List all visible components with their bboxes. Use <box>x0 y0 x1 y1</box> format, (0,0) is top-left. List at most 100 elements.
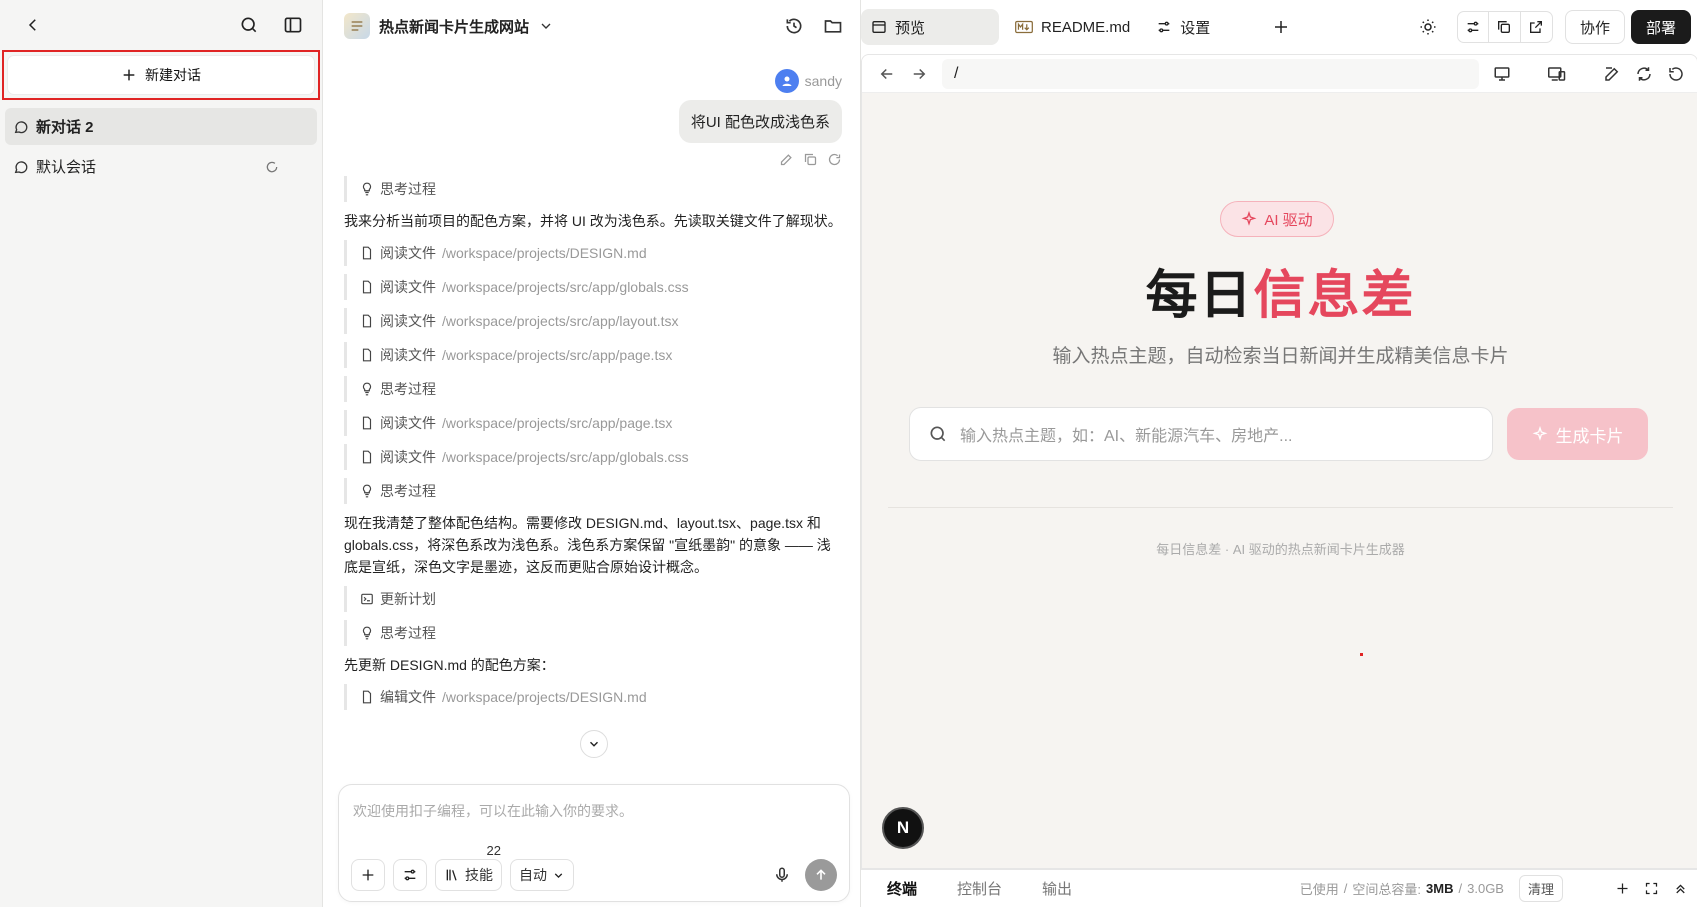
project-icon <box>344 13 370 39</box>
bottom-actions <box>1615 881 1688 896</box>
collaborate-button[interactable]: 协作 <box>1564 10 1625 44</box>
read-file-step[interactable]: 阅读文件/workspace/projects/DESIGN.md <box>344 240 842 266</box>
search-icon <box>930 426 946 442</box>
desktop-view-icon[interactable] <box>1493 65 1511 83</box>
thinking-step[interactable]: 思考过程 <box>344 478 842 504</box>
thinking-step[interactable]: 思考过程 <box>344 376 842 402</box>
read-file-step[interactable]: 阅读文件/workspace/projects/src/app/page.tsx <box>344 342 842 368</box>
microphone-icon[interactable] <box>773 866 791 884</box>
conversation-item-default[interactable]: 默认会话 <box>5 148 317 185</box>
file-path: /workspace/projects/src/app/layout.tsx <box>442 313 679 329</box>
scroll-to-bottom-button[interactable] <box>580 730 608 758</box>
topic-search-input[interactable]: 输入热点主题，如：AI、新能源汽车、房地产... <box>909 407 1493 461</box>
step-label: 阅读文件 <box>380 245 436 261</box>
edit-file-step[interactable]: 编辑文件/workspace/projects/DESIGN.md <box>344 684 842 710</box>
sliders-icon <box>1467 21 1479 33</box>
skills-button[interactable]: 22 技能 <box>435 843 502 891</box>
responsive-view-icon[interactable] <box>1547 65 1567 83</box>
url-bar: / <box>862 55 1697 93</box>
user-message: 将UI 配色改成浅色系 <box>678 100 842 143</box>
mode-select[interactable]: 自动 <box>510 859 574 891</box>
arrow-left-icon[interactable] <box>878 65 896 83</box>
refresh-icon[interactable] <box>1635 65 1653 83</box>
update-plan-step[interactable]: 更新计划 <box>344 586 842 612</box>
search-button[interactable] <box>234 10 264 40</box>
sparkle-icon <box>1532 426 1547 441</box>
tab-console[interactable]: 控制台 <box>957 878 1002 899</box>
cursor-dot <box>1360 653 1363 656</box>
read-file-step[interactable]: 阅读文件/workspace/projects/src/app/layout.t… <box>344 308 842 334</box>
edit-icon[interactable] <box>779 152 794 167</box>
file-icon <box>362 280 372 294</box>
tab-output[interactable]: 输出 <box>1042 878 1072 899</box>
step-label: 阅读文件 <box>380 415 436 431</box>
user-icon <box>782 76 792 86</box>
file-icon <box>362 314 372 328</box>
project-title[interactable]: 热点新闻卡片生成网站 <box>379 16 529 37</box>
adjust-button[interactable] <box>1456 11 1489 43</box>
back-button[interactable] <box>18 10 48 40</box>
composer-tools: 22 技能 自动 <box>351 843 574 891</box>
storage-total-label: 空间总容量: <box>1352 882 1422 897</box>
generate-card-button[interactable]: 生成卡片 <box>1507 408 1648 460</box>
message-composer[interactable]: 欢迎使用扣子编程，可以在此输入你的要求。 22 技能 自动 <box>338 784 850 902</box>
read-file-step[interactable]: 阅读文件/workspace/projects/src/app/page.tsx <box>344 410 842 436</box>
read-file-step[interactable]: 阅读文件/workspace/projects/src/app/globals.… <box>344 274 842 300</box>
ai-badge-label: AI 驱动 <box>1264 211 1313 229</box>
theme-toggle-button[interactable] <box>1413 12 1443 42</box>
tab-readme[interactable]: README.md <box>1005 9 1140 45</box>
add-tab-button[interactable] <box>1266 12 1296 42</box>
chevrons-up-icon[interactable] <box>1673 881 1688 896</box>
arrow-right-icon[interactable] <box>910 65 928 83</box>
edit-icon[interactable] <box>1603 65 1621 83</box>
new-chat-button[interactable]: 新建对话 <box>8 56 314 94</box>
user-name: sandy <box>804 73 842 89</box>
message-actions <box>344 152 842 168</box>
tab-label: README.md <box>1041 18 1131 36</box>
plus-icon <box>1275 21 1288 33</box>
copy-icon[interactable] <box>803 152 818 167</box>
plus-icon[interactable] <box>1615 881 1630 896</box>
restart-icon[interactable] <box>1667 65 1685 83</box>
toggle-sidebar-button[interactable] <box>278 10 308 40</box>
file-path: /workspace/projects/DESIGN.md <box>442 245 647 261</box>
tab-label: 设置 <box>1180 19 1211 37</box>
storage-separator: / <box>1458 881 1463 896</box>
terminal-icon <box>361 593 373 605</box>
read-file-step[interactable]: 阅读文件/workspace/projects/src/app/globals.… <box>344 444 842 470</box>
chat-panel: 热点新闻卡片生成网站 sandy 将UI 配色改成浅色系 思考过程 我来分析当前… <box>324 0 860 907</box>
open-external-button[interactable] <box>1520 11 1553 43</box>
nextjs-dev-badge[interactable]: N <box>882 807 924 849</box>
file-path: /workspace/projects/src/app/globals.css <box>442 449 689 465</box>
send-button[interactable] <box>805 859 837 891</box>
chevron-down-icon[interactable] <box>538 18 554 34</box>
fullscreen-icon[interactable] <box>1644 881 1659 896</box>
deploy-button[interactable]: 部署 <box>1630 10 1691 44</box>
chat-header: 热点新闻卡片生成网站 <box>324 0 860 52</box>
tab-terminal[interactable]: 终端 <box>887 878 917 899</box>
step-label: 阅读文件 <box>380 449 436 465</box>
storage-used-value: 3MB <box>1426 881 1454 896</box>
browser-window-icon <box>872 21 886 33</box>
hero-subtitle: 输入热点主题，自动检索当日新闻并生成精美信息卡片 <box>1052 346 1509 367</box>
composer-placeholder[interactable]: 欢迎使用扣子编程，可以在此输入你的要求。 <box>353 801 633 821</box>
conversation-item-new-2[interactable]: 新对话 2 <box>5 108 317 145</box>
clear-button[interactable]: 清理 <box>1518 875 1563 902</box>
step-label: 阅读文件 <box>380 313 436 329</box>
options-button[interactable] <box>393 859 427 891</box>
retry-icon[interactable] <box>827 152 842 167</box>
url-input[interactable]: / <box>942 58 1479 89</box>
attach-button[interactable] <box>351 859 385 891</box>
history-button[interactable] <box>779 11 809 41</box>
tab-preview[interactable]: 预览 <box>861 9 999 45</box>
copy-button[interactable] <box>1488 11 1521 43</box>
file-icon <box>362 690 372 704</box>
folder-button[interactable] <box>818 11 848 41</box>
thinking-step[interactable]: 思考过程 <box>344 176 842 202</box>
preview-tools-group <box>1456 11 1553 43</box>
thinking-step[interactable]: 思考过程 <box>344 620 842 646</box>
search-icon <box>241 17 257 33</box>
step-label: 思考过程 <box>380 381 436 397</box>
tab-settings[interactable]: 设置 <box>1146 9 1220 45</box>
loading-spinner-icon <box>266 161 278 172</box>
